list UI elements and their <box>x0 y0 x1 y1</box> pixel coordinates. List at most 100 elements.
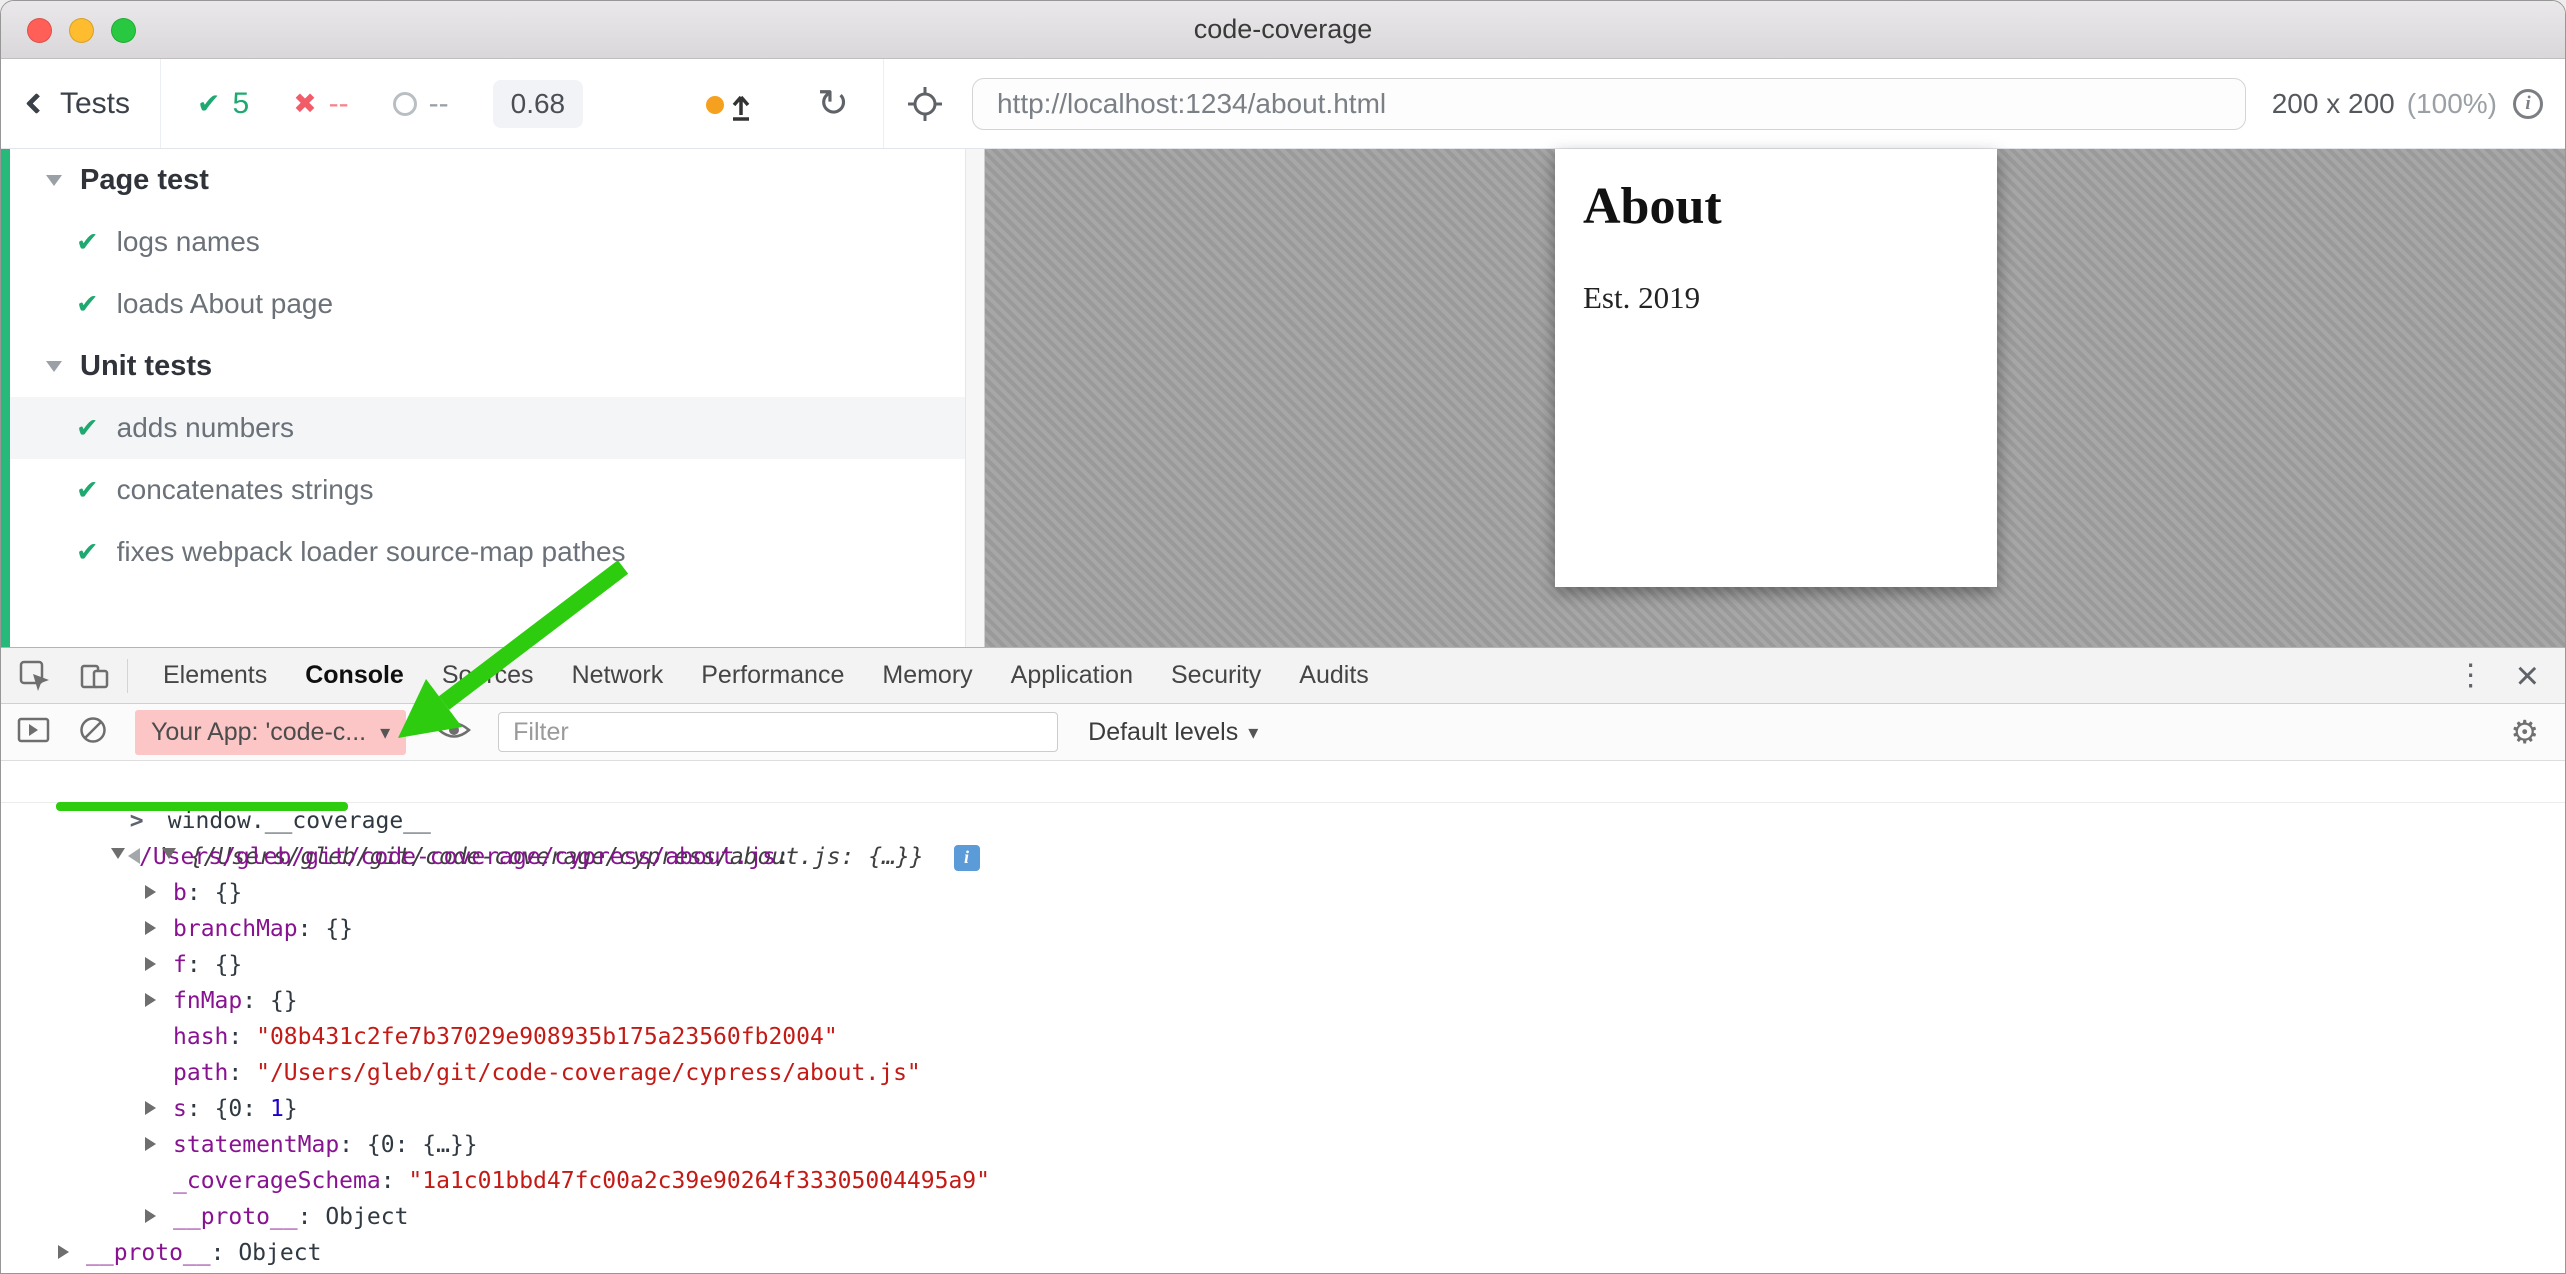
tab-sources[interactable]: Sources <box>423 648 553 703</box>
duration-badge: 0.68 <box>493 80 584 128</box>
console-line[interactable]: statementMap: {0: {…}} <box>1 1127 2565 1163</box>
console-token: : <box>187 880 215 906</box>
zoom-window-button[interactable] <box>111 18 136 43</box>
console-token: hash <box>173 1024 228 1050</box>
collapse-icon <box>46 361 62 372</box>
devtools-panel: ElementsConsoleSourcesNetworkPerformance… <box>1 647 2565 1273</box>
console-token: : <box>228 1024 256 1050</box>
console-token: {0: {…}} <box>367 1132 478 1158</box>
settings-gear-icon[interactable]: ⚙ <box>2510 713 2539 751</box>
cypress-toolbar: Tests ✔ 5 ✖ -- -- 0.68 ↻ <box>1 59 2565 149</box>
console-token: "/Users/gleb/git/code-coverage/cypress/a… <box>256 1060 921 1086</box>
suite-name: Page test <box>80 164 209 197</box>
chevron-left-icon <box>26 93 47 114</box>
console-token: : <box>187 952 215 978</box>
chevron-down-icon: ▾ <box>1248 720 1258 745</box>
app-page-card: About Est. 2019 <box>1555 149 1997 587</box>
console-token: b <box>173 880 187 906</box>
devtools-tab-strip: ElementsConsoleSourcesNetworkPerformance… <box>144 648 1388 703</box>
console-token: __proto__ <box>86 1240 211 1266</box>
console-token: "1a1c01bbd47fc00a2c39e90264f33305004495a… <box>408 1168 990 1194</box>
console-token: Object <box>238 1240 321 1266</box>
passed-stat: ✔ 5 <box>197 87 249 121</box>
pending-stat: -- <box>393 87 449 121</box>
console-line[interactable]: f: {} <box>1 947 2565 983</box>
disclosure-closed-icon <box>58 1235 86 1271</box>
app-window: code-coverage Tests ✔ 5 ✖ -- -- 0.68 <box>0 0 2566 1274</box>
console-output: >window.__coverage__ {/Users/gleb/git/co… <box>1 761 2565 1273</box>
tab-elements[interactable]: Elements <box>144 648 286 703</box>
test-row[interactable]: ✔loads About page <box>10 273 965 335</box>
console-token: : <box>298 916 326 942</box>
log-levels-dropdown[interactable]: Default levels ▾ <box>1088 718 1258 747</box>
tab-audits[interactable]: Audits <box>1280 648 1387 703</box>
execution-context-selector[interactable]: Your App: 'code-c... ▾ <box>135 710 406 755</box>
console-line[interactable]: branchMap: {} <box>1 911 2565 947</box>
test-row[interactable]: ✔concatenates strings <box>10 459 965 521</box>
annotation-underline <box>56 802 348 811</box>
close-devtools-icon[interactable]: × <box>2516 656 2539 696</box>
clear-console-icon[interactable] <box>77 714 109 751</box>
url-input[interactable] <box>973 88 2245 120</box>
inspect-element-icon[interactable] <box>19 660 51 692</box>
disclosure-closed-icon <box>145 1091 173 1127</box>
console-token: s <box>173 1096 187 1122</box>
back-to-tests-button[interactable]: Tests <box>29 87 130 121</box>
test-name: loads About page <box>117 288 333 320</box>
test-name: logs names <box>117 226 260 258</box>
console-input-line: >window.__coverage__ <box>1 767 2565 803</box>
tab-application[interactable]: Application <box>992 648 1152 703</box>
minimize-window-button[interactable] <box>69 18 94 43</box>
close-window-button[interactable] <box>27 18 52 43</box>
refresh-icon[interactable]: ↻ <box>817 81 849 126</box>
test-row[interactable]: ✔fixes webpack loader source-map pathes <box>10 521 965 583</box>
devtools-tabbar: ElementsConsoleSourcesNetworkPerformance… <box>1 648 2565 704</box>
console-token: : <box>381 1168 409 1194</box>
levels-label: Default levels <box>1088 718 1238 747</box>
failed-stat: ✖ -- <box>293 87 348 121</box>
tab-performance[interactable]: Performance <box>682 648 863 703</box>
console-token: f <box>173 952 187 978</box>
failed-count: -- <box>329 87 349 121</box>
console-token: 1 <box>270 1096 284 1122</box>
suite-header[interactable]: Unit tests <box>10 335 965 397</box>
context-label: Your App: 'code-c... <box>151 718 366 747</box>
console-token: : <box>298 1204 326 1230</box>
device-toolbar-icon[interactable] <box>79 660 111 692</box>
console-sidebar-icon[interactable] <box>17 714 51 751</box>
console-line[interactable]: s: {0: 1} <box>1 1091 2565 1127</box>
tab-console[interactable]: Console <box>286 648 423 703</box>
tab-network[interactable]: Network <box>553 648 683 703</box>
disclosure-closed-icon <box>145 1199 173 1235</box>
console-filter-input[interactable] <box>498 712 1058 752</box>
console-token: statementMap <box>173 1132 339 1158</box>
console-token: branchMap <box>173 916 298 942</box>
console-line[interactable]: /Users/gleb/git/code-coverage/cypress/ab… <box>1 839 2565 875</box>
console-line[interactable]: __proto__: Object <box>1 1199 2565 1235</box>
more-options-icon[interactable]: ⋮ <box>2456 658 2486 693</box>
console-line[interactable]: b: {} <box>1 875 2565 911</box>
auto-scroll-indicator <box>703 84 759 124</box>
check-icon: ✔ <box>76 227 99 258</box>
disclosure-closed-icon <box>145 947 173 983</box>
tab-memory[interactable]: Memory <box>863 648 991 703</box>
live-expression-eye-icon[interactable] <box>436 715 472 750</box>
test-row[interactable]: ✔adds numbers <box>10 397 965 459</box>
console-token: : <box>776 844 790 870</box>
console-token: } <box>284 1096 298 1122</box>
console-line[interactable]: fnMap: {} <box>1 983 2565 1019</box>
traffic-lights <box>27 18 136 43</box>
divider <box>883 59 884 148</box>
suite-name: Unit tests <box>80 350 212 383</box>
info-icon[interactable]: i <box>954 845 980 871</box>
viewport-info-icon[interactable]: i <box>2513 89 2543 119</box>
suite-header[interactable]: Page test <box>10 149 965 211</box>
tab-security[interactable]: Security <box>1152 648 1280 703</box>
selector-playground-icon[interactable] <box>906 85 944 123</box>
console-line[interactable]: __proto__: Object <box>1 1235 2565 1271</box>
console-token: __proto__ <box>173 1204 298 1230</box>
test-row[interactable]: ✔ logs names <box>10 211 965 273</box>
check-icon: ✔ <box>76 537 99 568</box>
check-icon: ✔ <box>76 475 99 506</box>
reporter-splitter[interactable] <box>965 149 985 647</box>
